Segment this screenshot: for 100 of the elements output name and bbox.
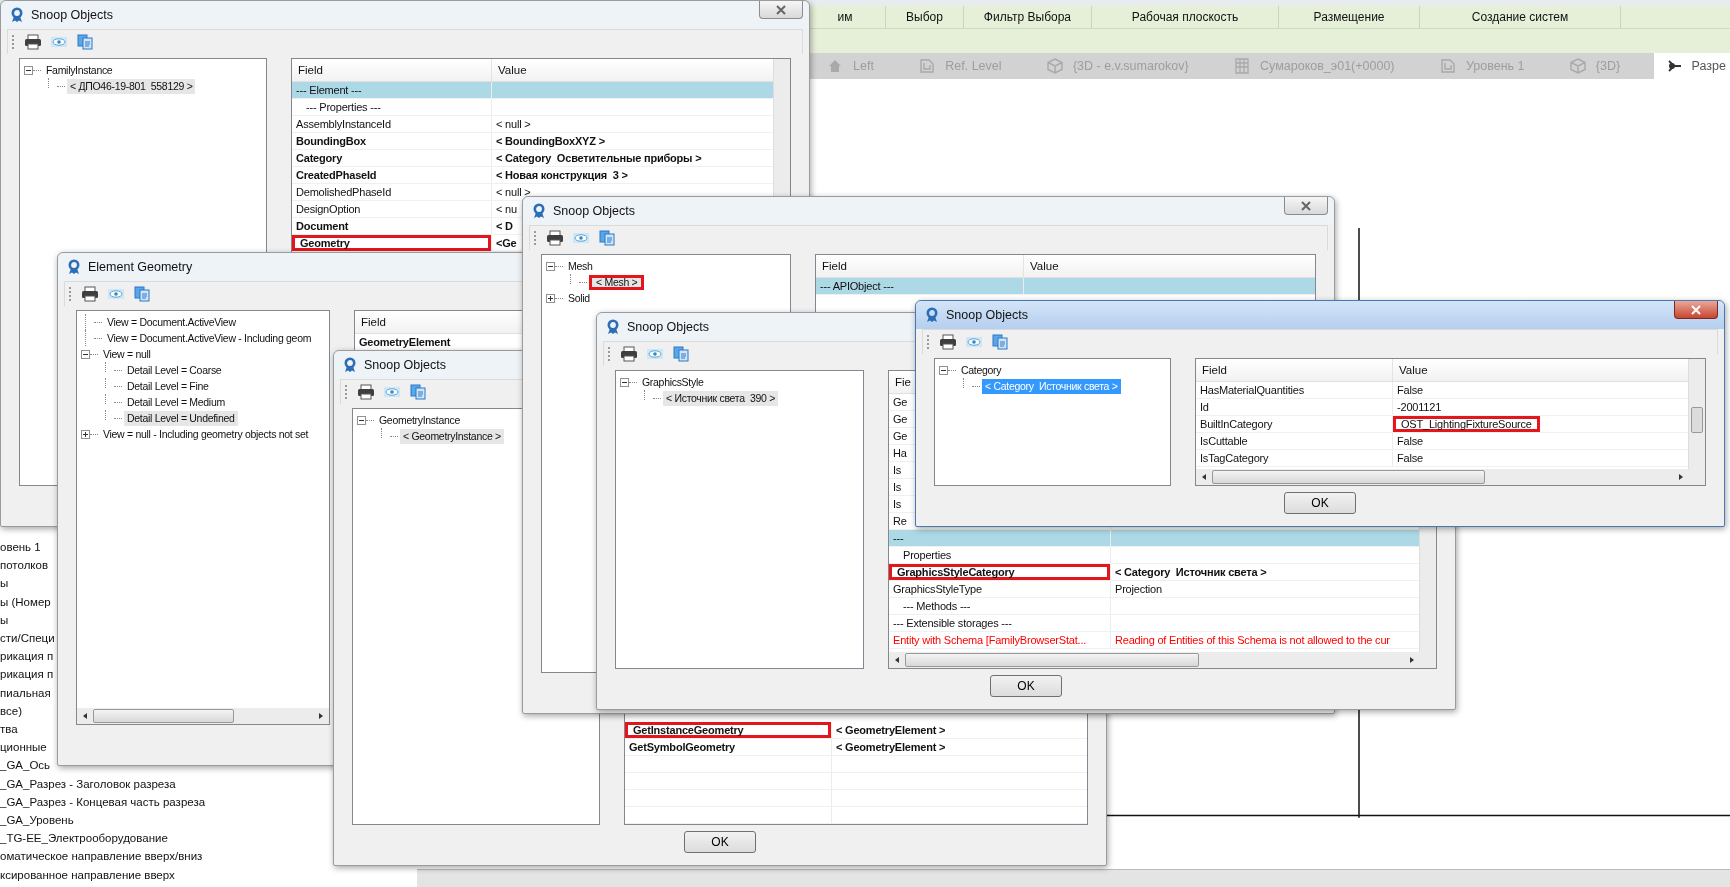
house-icon <box>827 58 843 74</box>
eye-icon[interactable] <box>572 230 590 246</box>
printer-icon[interactable] <box>81 286 99 302</box>
printer-icon[interactable] <box>24 34 42 50</box>
table-row[interactable]: GraphicsStyleCategory < Category Источник света > <box>889 564 1436 581</box>
column-header[interactable]: Field <box>298 64 323 76</box>
copy-icon[interactable] <box>598 230 616 246</box>
printer-icon[interactable] <box>620 346 638 362</box>
column-header[interactable]: Field <box>1202 364 1227 376</box>
tree-item[interactable]: GraphicsStyle <box>639 374 707 390</box>
eye-icon[interactable] <box>50 34 68 50</box>
tree-item[interactable]: < GeometryInstance > <box>400 428 504 444</box>
browser-item[interactable]: сти/Специ <box>0 629 55 648</box>
browser-item[interactable]: _GA_Ось <box>0 756 51 775</box>
column-header[interactable]: Field <box>361 316 386 328</box>
close-button[interactable] <box>1284 197 1328 215</box>
table-cell: HasMaterialQuantities <box>1196 382 1393 398</box>
expand-toggle[interactable] <box>546 261 555 271</box>
browser-item[interactable]: все) <box>0 701 22 721</box>
browser-item[interactable]: _GA_Разрез - Концевая часть разреза <box>0 792 206 812</box>
scrollbar[interactable] <box>1688 359 1705 485</box>
table-row[interactable]: --- APIObject --- <box>816 278 1315 295</box>
expand-toggle[interactable] <box>546 293 555 303</box>
table-cell-text: < GeometryElement > <box>835 723 947 738</box>
eye-icon[interactable] <box>646 346 664 362</box>
tree-item[interactable]: View = Document.ActiveView - Including geom <box>104 330 315 346</box>
copy-icon[interactable] <box>133 286 151 302</box>
browser-item[interactable]: рикация п <box>0 647 54 666</box>
column-header[interactable]: Value <box>498 64 527 76</box>
eye-icon[interactable] <box>383 384 401 400</box>
printer-icon[interactable] <box>357 384 375 400</box>
tree-item[interactable]: < Mesh > <box>589 274 645 290</box>
ok-button[interactable]: OK <box>990 675 1062 697</box>
printer-icon[interactable] <box>546 230 564 246</box>
tree-item[interactable]: Mesh <box>565 258 596 274</box>
ok-button[interactable]: OK <box>1284 492 1356 514</box>
tree-item[interactable]: Detail Level = Medium <box>124 394 228 410</box>
eye-icon[interactable] <box>107 286 125 302</box>
close-button[interactable] <box>759 1 803 19</box>
tree-item[interactable]: GeometryInstance <box>376 412 463 428</box>
table-row[interactable]: Geometry <Ge <box>292 235 790 252</box>
tree-item[interactable]: Category <box>958 362 1005 378</box>
browser-item[interactable]: потолков <box>0 556 49 575</box>
table-row[interactable]: BuiltInCategory OST_LightingFixtureSource <box>1196 416 1705 433</box>
tree-item[interactable]: < ДПО46-19-801 558129 > <box>67 78 196 94</box>
column-header[interactable]: Value <box>1030 260 1059 272</box>
tree-item[interactable]: FamilyInstance <box>43 62 116 78</box>
column-header[interactable]: Fie <box>895 376 911 388</box>
browser-item[interactable]: овень 1 <box>0 538 41 557</box>
table-cell: Document <box>292 218 492 234</box>
expand-toggle[interactable] <box>620 377 629 387</box>
expand-toggle[interactable] <box>81 429 90 439</box>
browser-item[interactable]: пиальная <box>0 683 51 702</box>
browser-item[interactable]: _TG-EE_Электрооборудование <box>0 829 168 848</box>
copy-icon[interactable] <box>409 384 427 400</box>
eye-icon[interactable] <box>965 334 983 350</box>
table-row[interactable]: GetInstanceGeometry < GeometryElement > <box>625 722 1087 739</box>
browser-item[interactable]: ы (Номер <box>0 592 51 611</box>
expand-toggle[interactable] <box>81 349 90 359</box>
ok-button[interactable]: OK <box>684 831 756 853</box>
tree-item[interactable]: Solid <box>565 290 593 306</box>
table-cell: --- APIObject --- <box>816 278 1024 294</box>
table-cell: --- Methods --- <box>889 598 1111 614</box>
column-header[interactable]: Value <box>1399 364 1428 376</box>
copy-icon[interactable] <box>991 334 1009 350</box>
table-cell: GraphicsStyleCategory <box>889 564 1111 580</box>
close-button[interactable] <box>1674 301 1718 319</box>
tree-item[interactable]: Detail Level = Fine <box>124 378 212 394</box>
browser-item[interactable]: тва <box>0 720 18 739</box>
browser-item[interactable]: ы <box>0 610 9 629</box>
expand-toggle[interactable] <box>357 415 366 425</box>
table-row[interactable]: GetSymbolGeometry < GeometryElement > <box>625 739 1087 756</box>
browser-item[interactable]: _GA_Разрез - Заголовок разреза <box>0 774 176 793</box>
expand-toggle[interactable] <box>24 65 33 75</box>
window-title: Snoop Objects <box>627 320 709 334</box>
view-tab[interactable]: Разре <box>1653 53 1730 79</box>
tree-item[interactable]: Detail Level = Undefined <box>124 410 238 426</box>
browser-item[interactable]: ксированное направление вверх <box>0 865 175 884</box>
browser-item[interactable]: рикация п <box>0 665 54 684</box>
tree-item[interactable]: View = null <box>100 346 154 362</box>
tree-item[interactable]: < Источник света 390 > <box>663 390 779 406</box>
window-title: Snoop Objects <box>31 8 113 22</box>
browser-item[interactable]: оматическое направление вверх/вниз <box>0 847 203 866</box>
browser-item[interactable]: ционные <box>0 738 47 757</box>
browser-item[interactable]: ы <box>0 574 9 593</box>
tree-item[interactable]: View = Document.ActiveView <box>104 314 239 330</box>
copy-icon[interactable] <box>672 346 690 362</box>
column-header[interactable]: Field <box>822 260 847 272</box>
expand-toggle[interactable] <box>939 365 948 375</box>
scrollbar[interactable] <box>77 708 329 724</box>
table-icon <box>1234 58 1251 74</box>
tree-item[interactable]: Detail Level = Coarse <box>124 362 225 378</box>
close-icon <box>1300 200 1312 211</box>
copy-icon[interactable] <box>76 34 94 50</box>
scrollbar[interactable] <box>1196 469 1689 485</box>
browser-item[interactable]: _GA_Уровень <box>0 811 74 830</box>
tree-item[interactable]: View = null - Including geometry objects not set <box>100 426 312 442</box>
scrollbar[interactable] <box>889 652 1420 668</box>
section-icon <box>1665 58 1682 74</box>
printer-icon[interactable] <box>939 334 957 350</box>
